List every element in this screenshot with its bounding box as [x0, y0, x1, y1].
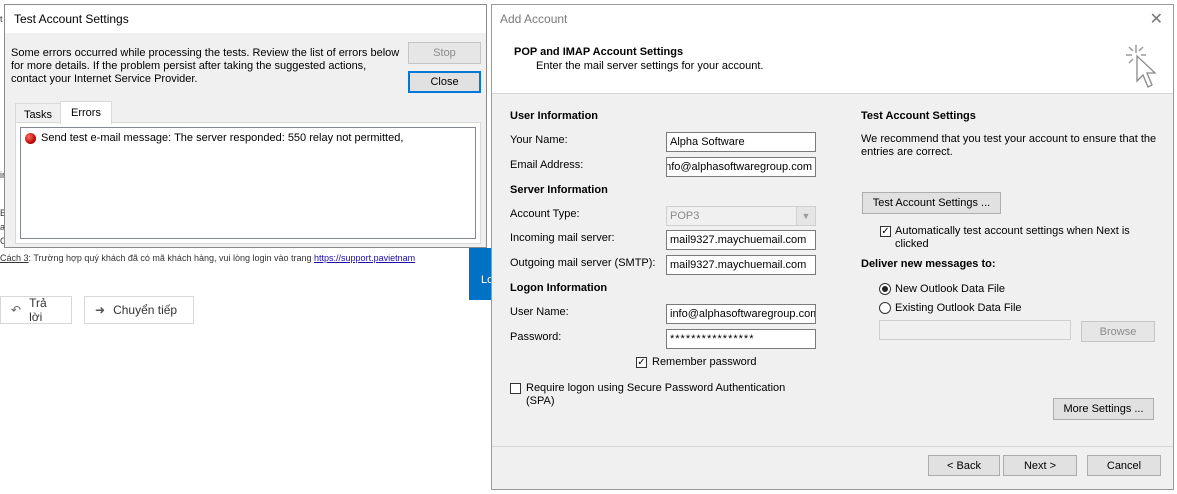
user-info-section: User Information [510, 110, 599, 122]
test-account-settings-button[interactable]: Test Account Settings ... [862, 192, 1001, 214]
account-type-label: Account Type: [510, 208, 580, 220]
test-settings-section: Test Account Settings [861, 110, 976, 122]
test-account-settings-dialog: Test Account Settings Some errors occurr… [4, 4, 487, 248]
page-subheading: Enter the mail server settings for your … [536, 60, 764, 72]
close-icon[interactable]: ✕ [1150, 9, 1163, 29]
auto-test-checkbox[interactable]: ✓ [880, 226, 891, 237]
your-name-label: Your Name: [510, 134, 568, 146]
dialog-title: Test Account Settings [5, 5, 486, 33]
existing-data-file-radio[interactable] [879, 302, 891, 314]
browse-button[interactable]: Browse [1081, 321, 1155, 342]
new-data-file-radio[interactable] [879, 283, 891, 295]
email-address-label: Email Address: [510, 159, 584, 171]
blue-tile-text: Lo [481, 274, 491, 286]
user-name-label: User Name: [510, 306, 569, 318]
deliver-section: Deliver new messages to: [861, 258, 996, 270]
back-button[interactable]: < Back [928, 455, 1000, 476]
user-name-field[interactable]: info@alphasoftwaregroup.com [666, 304, 816, 324]
auto-test-label: Automatically test account settings when… [895, 225, 1130, 250]
dialog-title: Add Account [500, 12, 568, 26]
page-heading: POP and IMAP Account Settings [514, 46, 684, 58]
list-item[interactable]: Send test e-mail message: The server res… [25, 132, 403, 144]
chevron-down-icon: ▼ [796, 207, 815, 225]
email-address-field[interactable]: info@alphasoftwaregroup.com [666, 157, 816, 177]
error-summary-message: Some errors occurred while processing th… [11, 47, 400, 85]
forward-button[interactable]: ➜ Chuyển tiếp [84, 296, 194, 324]
outgoing-server-label: Outgoing mail server (SMTP): [510, 257, 656, 269]
spa-checkbox[interactable] [510, 383, 521, 394]
data-file-path-field[interactable] [879, 320, 1071, 340]
footer-note: Cách 3: Trường hợp quý khách đã có mã kh… [0, 253, 470, 263]
password-label: Password: [510, 331, 562, 343]
tab-errors[interactable]: Errors [60, 101, 112, 125]
bg-text-fragment: t [0, 14, 3, 24]
cursor-sparkle-icon [1126, 45, 1157, 88]
blue-action-tile[interactable]: Lo [469, 248, 491, 300]
cancel-button[interactable]: Cancel [1087, 455, 1161, 476]
reply-label: Trả lời [29, 296, 47, 324]
support-link[interactable]: https://support.pavietnam [314, 253, 415, 263]
server-info-section: Server Information [510, 184, 608, 196]
account-type-select[interactable]: POP3 ▼ [666, 206, 816, 226]
incoming-server-label: Incoming mail server: [510, 232, 615, 244]
next-button[interactable]: Next > [1003, 455, 1077, 476]
reply-button[interactable]: ↶ Trả lời [0, 296, 72, 324]
reply-icon: ↶ [11, 303, 22, 317]
title-bar: Add Account ✕ [492, 5, 1173, 33]
outgoing-server-field[interactable]: mail9327.maychuemail.com [666, 255, 816, 275]
remember-password-label: Remember password [652, 356, 757, 368]
more-settings-button[interactable]: More Settings ... [1053, 398, 1154, 420]
incoming-server-field[interactable]: mail9327.maychuemail.com [666, 230, 816, 250]
spa-label: Require logon using Secure Password Auth… [526, 382, 786, 407]
forward-label: Chuyển tiếp [113, 303, 178, 317]
error-text: Send test e-mail message: The server res… [41, 132, 404, 144]
footer-divider [492, 446, 1173, 447]
your-name-field[interactable]: Alpha Software [666, 132, 816, 152]
close-button[interactable]: Close [408, 71, 481, 93]
existing-data-file-label: Existing Outlook Data File [895, 302, 1022, 314]
footer-note-prefix: Cách 3 [0, 253, 29, 263]
account-type-value: POP3 [670, 210, 700, 222]
password-field[interactable]: **************** [666, 329, 816, 349]
add-account-dialog: Add Account ✕ POP and IMAP Account Setti… [491, 4, 1174, 490]
test-settings-description: We recommend that you test your account … [861, 133, 1157, 158]
error-list: Send test e-mail message: The server res… [20, 127, 476, 239]
forward-icon: ➜ [95, 303, 106, 317]
error-icon [25, 132, 36, 144]
logon-info-section: Logon Information [510, 282, 608, 294]
new-data-file-label: New Outlook Data File [895, 283, 1006, 295]
errors-panel: Send test e-mail message: The server res… [15, 122, 481, 244]
stop-button[interactable]: Stop [408, 42, 481, 64]
remember-password-checkbox[interactable]: ✓ [636, 357, 647, 368]
footer-note-text: : Trường hợp quý khách đã có mã khách hà… [28, 253, 315, 263]
dialog-header: POP and IMAP Account Settings Enter the … [492, 33, 1173, 94]
